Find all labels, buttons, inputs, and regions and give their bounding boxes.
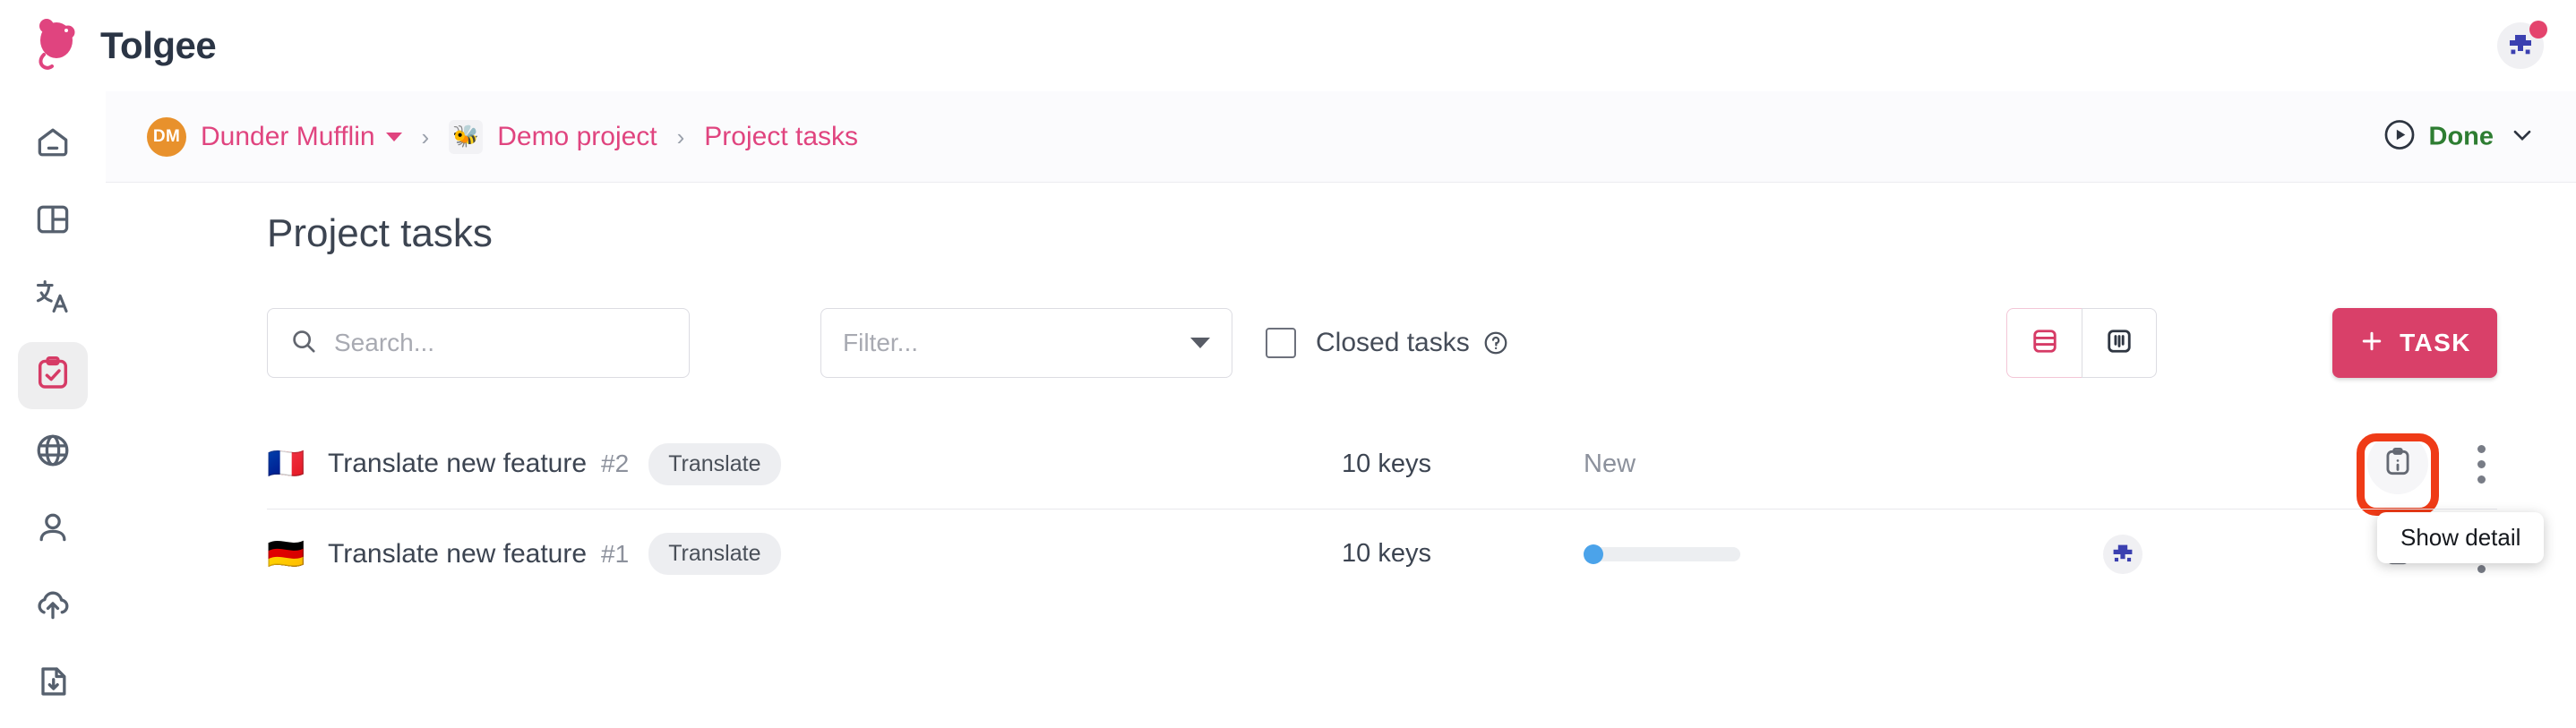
sidebar-item-tasks[interactable]: [18, 342, 88, 409]
sidebar-item-home[interactable]: [18, 111, 88, 177]
tasks-list: 🇫🇷 Translate new feature #2 Translate 10…: [267, 419, 2545, 598]
task-number: #2: [601, 450, 630, 477]
sidebar-item-import[interactable]: [18, 574, 88, 640]
board-view-icon: [2103, 325, 2135, 362]
tolgee-project-tasks-page: Tolgee DM Dunder Mufflin › 🐝 Demo projec…: [0, 0, 2576, 728]
closed-tasks-checkbox[interactable]: [1266, 328, 1296, 358]
view-mode-toggle: [2006, 308, 2157, 378]
brand-logo[interactable]: Tolgee: [32, 18, 217, 73]
sidebar-item-translations[interactable]: [18, 265, 88, 331]
sidebar-item-languages[interactable]: [18, 420, 88, 486]
top-bar: Tolgee: [0, 0, 2576, 91]
identicon-avatar-icon: [2510, 35, 2531, 55]
breadcrumb-separator-1: ›: [421, 123, 430, 150]
flag-germany-icon: 🇩🇪: [267, 536, 305, 571]
brand-name: Tolgee: [100, 24, 217, 66]
task-type-chip: Translate: [648, 533, 781, 575]
breadcrumb-bar: DM Dunder Mufflin › 🐝 Demo project › Pro…: [0, 91, 2576, 183]
cloud-upload-icon: [33, 585, 73, 629]
show-detail-button[interactable]: [2367, 433, 2428, 494]
filter-placeholder: Filter...: [843, 329, 919, 356]
row-menu-button[interactable]: [2461, 433, 2501, 494]
task-name: Translate new feature: [328, 538, 588, 569]
task-name: Translate new feature: [328, 449, 588, 478]
breadcrumb-project[interactable]: Demo project: [497, 122, 657, 152]
clipboard-info-icon: [2381, 445, 2415, 484]
task-keys-count: 10 keys: [1342, 449, 1431, 478]
list-view-icon: [2029, 325, 2061, 362]
kebab-dot-1: [2477, 444, 2486, 453]
tasks-toolbar: Search... Filter... Closed tasks TASK: [267, 308, 2497, 378]
file-download-icon: [33, 662, 73, 706]
filter-select[interactable]: Filter...: [820, 308, 1232, 378]
kebab-dot-3: [2477, 475, 2486, 484]
sidebar-item-members[interactable]: [18, 497, 88, 563]
top-bar-right: [2497, 21, 2547, 69]
table-row[interactable]: 🇫🇷 Translate new feature #2 Translate 10…: [267, 419, 2497, 516]
organization-dropdown-caret-icon[interactable]: [385, 132, 402, 141]
organization-avatar[interactable]: DM: [147, 116, 186, 157]
task-status-selector[interactable]: Done: [2383, 117, 2537, 156]
breadcrumb-current-page: Project tasks: [704, 121, 859, 151]
user-avatar[interactable]: [2497, 21, 2547, 69]
flag-france-icon: 🇫🇷: [267, 447, 305, 481]
organization-initials: DM: [152, 126, 181, 146]
clipboard-check-icon: [33, 354, 73, 398]
sidebar-item-dashboard[interactable]: [18, 188, 88, 254]
task-keys-count: 10 keys: [1342, 539, 1431, 568]
layout-dashboard-icon: [33, 200, 73, 244]
task-status-label: Done: [2428, 122, 2494, 150]
plus-icon: [2358, 328, 2385, 359]
add-task-label: TASK: [2400, 329, 2471, 356]
tooltip: Show detail: [2377, 512, 2545, 563]
main-content: Project tasks Search... Filter... Closed…: [106, 183, 2576, 728]
home-icon: [33, 123, 73, 167]
table-row[interactable]: 🇩🇪 Translate new feature #1 Translate 10…: [267, 509, 2497, 598]
breadcrumb-organization[interactable]: Dunder Mufflin: [201, 122, 375, 152]
kebab-dot-2: [2477, 459, 2486, 468]
project-emoji-icon: 🐝: [449, 119, 484, 154]
sidebar-item-export[interactable]: [18, 651, 88, 717]
task-type-chip: Translate: [648, 442, 781, 485]
translate-icon: [33, 277, 73, 321]
sidebar: [0, 91, 106, 728]
page-title: Project tasks: [267, 211, 493, 255]
task-progress-bar: [1584, 544, 1740, 564]
identicon-avatar-icon: [2113, 544, 2133, 561]
breadcrumb-separator-2: ›: [676, 123, 685, 150]
task-progress-indicator: [1584, 544, 1603, 564]
closed-tasks-toggle[interactable]: Closed tasks: [1266, 308, 1509, 378]
task-assignee-avatar[interactable]: [2103, 534, 2142, 574]
search-icon: [289, 327, 318, 360]
task-number: #1: [601, 539, 630, 568]
notification-badge: [2529, 21, 2547, 39]
user-icon: [33, 508, 73, 552]
breadcrumb: DM Dunder Mufflin › 🐝 Demo project › Pro…: [147, 116, 859, 157]
view-mode-board-button[interactable]: [2082, 308, 2157, 378]
view-mode-list-button[interactable]: [2006, 308, 2082, 378]
search-field[interactable]: Search...: [267, 308, 690, 378]
add-task-button[interactable]: TASK: [2332, 308, 2497, 378]
closed-tasks-label: Closed tasks: [1316, 328, 1470, 357]
play-circle-icon: [2383, 117, 2417, 156]
caret-down-icon: [1190, 338, 1210, 348]
help-circle-icon[interactable]: [1482, 330, 1509, 356]
kebab-dot-3: [2477, 565, 2486, 573]
globe-icon: [33, 431, 73, 475]
search-placeholder: Search...: [334, 329, 435, 356]
tolgee-mouse-logo-icon: [32, 18, 84, 73]
chevron-down-icon[interactable]: [2508, 120, 2537, 153]
task-state: New: [1584, 449, 1636, 478]
